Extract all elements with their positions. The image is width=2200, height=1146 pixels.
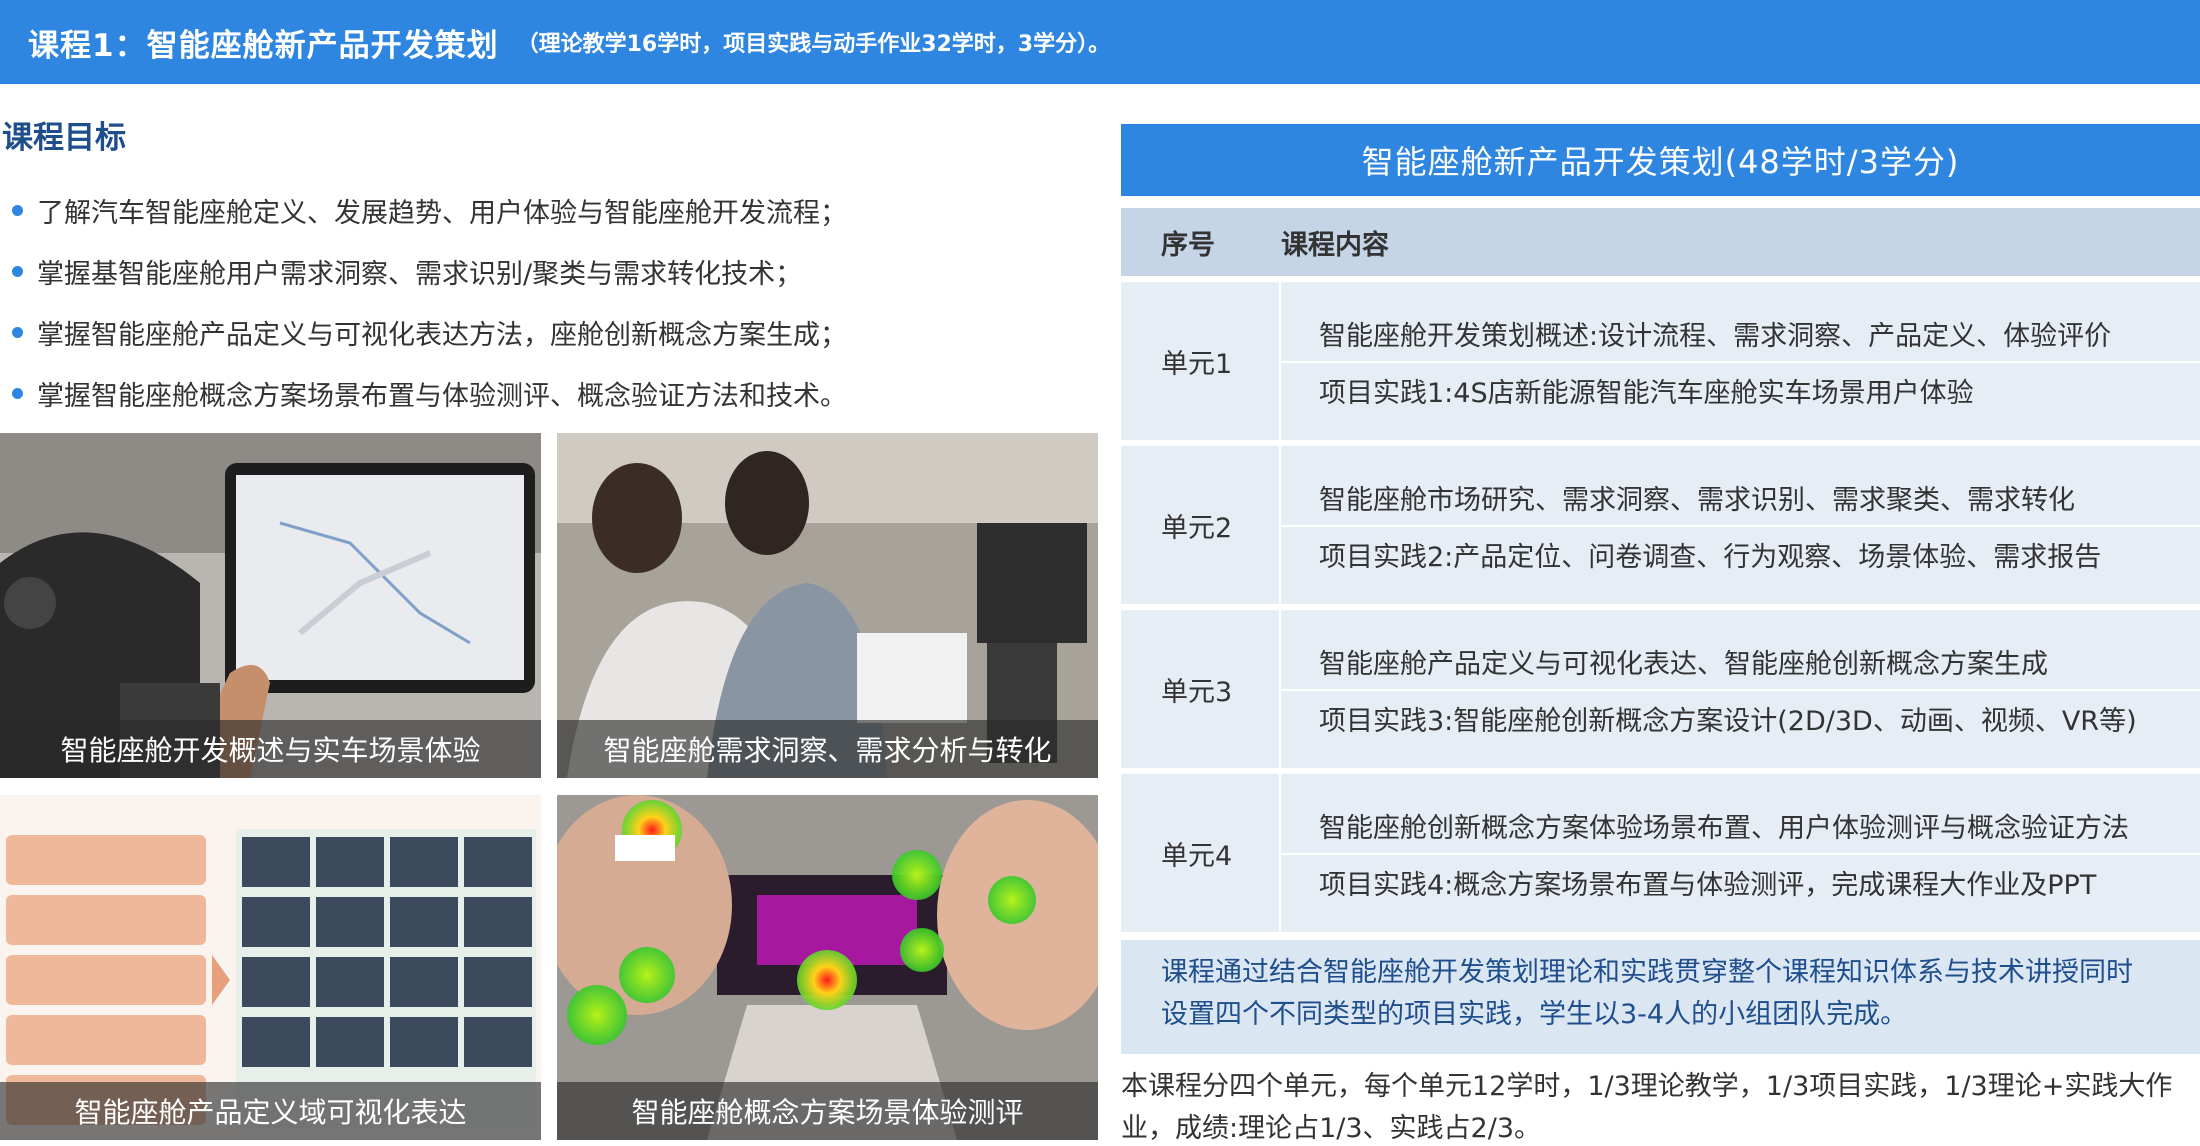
unit-item: 智能座舱市场研究、需求洞察、需求识别、需求聚类、需求转化 — [1319, 484, 2075, 516]
bullet-icon — [12, 266, 23, 277]
unit-items: 智能座舱开发策划概述:设计流程、需求洞察、产品定义、体验评价 项目实践1:4S店… — [1281, 282, 2200, 440]
unit-items: 智能座舱产品定义与可视化表达、智能座舱创新概念方案生成 项目实践3:智能座舱创新… — [1281, 610, 2200, 768]
course-note: 课程通过结合智能座舱开发策划理论和实践贯穿整个课程知识体系与技术讲授同时 设置四… — [1121, 940, 2200, 1054]
note-line: 课程通过结合智能座舱开发策划理论和实践贯穿整个课程知识体系与技术讲授同时 — [1161, 957, 2133, 988]
table-header-row: 序号 课程内容 — [1121, 208, 2200, 276]
table-row: 单元2 智能座舱市场研究、需求洞察、需求识别、需求聚类、需求转化 项目实践2:产… — [1121, 446, 2200, 604]
col-header-seq: 序号 — [1161, 229, 1215, 261]
unit-label: 单元2 — [1121, 446, 1281, 604]
photo-caption: 智能座舱概念方案场景体验测评 — [557, 1082, 1098, 1140]
table-title: 智能座舱新产品开发策划(48学时/3学分) — [1121, 124, 2200, 196]
photo-users-in-car: 智能座舱需求洞察、需求分析与转化 — [557, 433, 1098, 778]
photo-cockpit-screen: 智能座舱开发概述与实车场景体验 — [0, 433, 541, 778]
goal-text: 掌握智能座舱概念方案场景布置与体验测评、概念验证方法和技术。 — [37, 381, 847, 412]
unit-item: 智能座舱创新概念方案体验场景布置、用户体验测评与概念验证方法 — [1319, 812, 2129, 844]
goal-item: 掌握基智能座舱用户需求洞察、需求识别/聚类与需求转化技术； — [12, 241, 847, 302]
goal-text: 了解汽车智能座舱定义、发展趋势、用户体验与智能座舱开发流程； — [37, 198, 847, 229]
goal-item: 掌握智能座舱概念方案场景布置与体验测评、概念验证方法和技术。 — [12, 363, 847, 424]
table-row: 单元3 智能座舱产品定义与可视化表达、智能座舱创新概念方案生成 项目实践3:智能… — [1121, 610, 2200, 768]
unit-item: 项目实践3:智能座舱创新概念方案设计(2D/3D、动画、视频、VR等) — [1281, 689, 2200, 745]
unit-item: 智能座舱产品定义与可视化表达、智能座舱创新概念方案生成 — [1319, 648, 2048, 680]
page-subtitle: （理论教学16学时，项目实践与动手作业32学时，3学分）。 — [516, 32, 1111, 57]
goal-text: 掌握智能座舱产品定义与可视化表达方法，座舱创新概念方案生成； — [37, 320, 847, 351]
course-table: 智能座舱新产品开发策划(48学时/3学分) 序号 课程内容 单元1 智能座舱开发… — [1121, 124, 2200, 1146]
goals-title: 课程目标 — [2, 120, 126, 156]
footer-summary: 本课程分四个单元，每个单元12学时，1/3理论教学，1/3项目实践，1/3理论+… — [1121, 1066, 2200, 1146]
unit-label: 单元3 — [1121, 610, 1281, 768]
photo-caption: 智能座舱需求洞察、需求分析与转化 — [557, 720, 1098, 778]
unit-items: 智能座舱市场研究、需求洞察、需求识别、需求聚类、需求转化 项目实践2:产品定位、… — [1281, 446, 2200, 604]
unit-item: 项目实践2:产品定位、问卷调查、行为观察、场景体验、需求报告 — [1281, 525, 2200, 581]
page-title: 课程1：智能座舱新产品开发策划 — [28, 27, 499, 64]
footer-line: 本课程分四个单元，每个单元12学时，1/3理论教学，1/3项目实践，1/3理论+… — [1121, 1071, 2173, 1102]
note-line: 设置四个不同类型的项目实践，学生以3-4人的小组团队完成。 — [1161, 999, 1908, 1030]
bullet-icon — [12, 327, 23, 338]
table-row: 单元1 智能座舱开发策划概述:设计流程、需求洞察、产品定义、体验评价 项目实践1… — [1121, 282, 2200, 440]
goals-list: 了解汽车智能座舱定义、发展趋势、用户体验与智能座舱开发流程； 掌握基智能座舱用户… — [12, 180, 847, 424]
goal-item: 了解汽车智能座舱定义、发展趋势、用户体验与智能座舱开发流程； — [12, 180, 847, 241]
bullet-icon — [12, 388, 23, 399]
header-bar: 课程1：智能座舱新产品开发策划 （理论教学16学时，项目实践与动手作业32学时，… — [0, 0, 2200, 84]
table-row: 单元4 智能座舱创新概念方案体验场景布置、用户体验测评与概念验证方法 项目实践4… — [1121, 774, 2200, 932]
unit-label: 单元4 — [1121, 774, 1281, 932]
photo-product-matrix: 智能座舱产品定义域可视化表达 — [0, 795, 541, 1140]
goal-item: 掌握智能座舱产品定义与可视化表达方法，座舱创新概念方案生成； — [12, 302, 847, 363]
col-header-content: 课程内容 — [1281, 229, 1389, 261]
unit-item: 项目实践1:4S店新能源智能汽车座舱实车场景用户体验 — [1281, 361, 2200, 417]
bullet-icon — [12, 205, 23, 216]
photo-caption: 智能座舱产品定义域可视化表达 — [0, 1082, 541, 1140]
unit-item: 项目实践4:概念方案场景布置与体验测评，完成课程大作业及PPT — [1281, 853, 2200, 909]
footer-line: 业，成绩:理论占1/3、实践占2/3。 — [1121, 1113, 1542, 1144]
photo-heatmap-test: 智能座舱概念方案场景体验测评 — [557, 795, 1098, 1140]
photo-caption: 智能座舱开发概述与实车场景体验 — [0, 720, 541, 778]
goal-text: 掌握基智能座舱用户需求洞察、需求识别/聚类与需求转化技术； — [37, 259, 803, 290]
unit-items: 智能座舱创新概念方案体验场景布置、用户体验测评与概念验证方法 项目实践4:概念方… — [1281, 774, 2200, 932]
unit-label: 单元1 — [1121, 282, 1281, 440]
unit-item: 智能座舱开发策划概述:设计流程、需求洞察、产品定义、体验评价 — [1319, 320, 2112, 352]
